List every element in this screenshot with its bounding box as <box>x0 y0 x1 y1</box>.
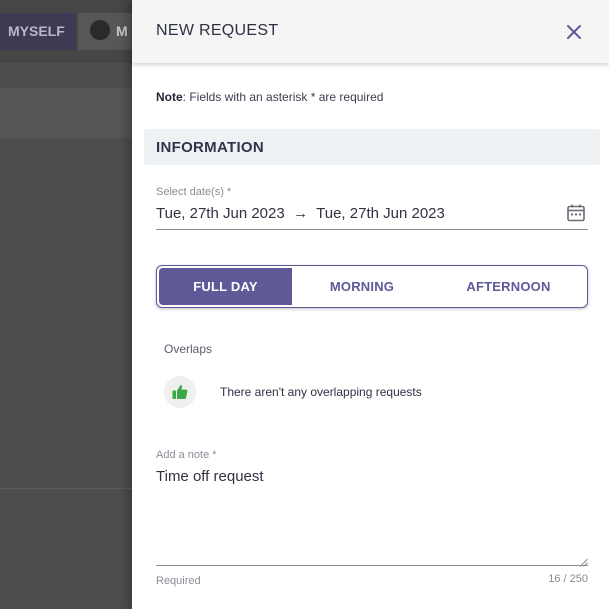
end-date: Tue, 27th Jun 2023 <box>316 205 445 222</box>
tab-other[interactable]: M <box>78 13 138 50</box>
note-field-label: Add a note * <box>156 449 217 461</box>
background-row <box>0 88 140 138</box>
note-bold: Note <box>156 90 183 104</box>
background-tabbar: MYSELF M <box>0 0 140 63</box>
note-helper-text: Required <box>156 575 201 587</box>
date-arrow: → <box>293 205 309 222</box>
section-title: INFORMATION <box>156 139 265 156</box>
required-note: Note: Fields with an asterisk * are requ… <box>156 90 383 104</box>
full-day-button[interactable]: FULL DAY <box>159 268 292 305</box>
tab-other-label: M <box>116 23 128 39</box>
calendar-icon <box>567 204 585 222</box>
morning-button[interactable]: MORNING <box>292 268 432 305</box>
date-field-underline <box>156 229 588 230</box>
note-field-underline <box>156 565 588 566</box>
tab-myself[interactable]: MYSELF <box>0 13 76 50</box>
team-icon <box>90 20 110 41</box>
thumbs-up-icon <box>172 385 188 399</box>
start-date: Tue, 27th Jun 2023 <box>156 205 285 222</box>
close-icon <box>567 25 581 39</box>
date-field-label: Select date(s) * <box>156 186 232 198</box>
afternoon-button[interactable]: AFTERNOON <box>432 268 585 305</box>
overlaps-label: Overlaps <box>164 342 213 356</box>
calendar-button[interactable] <box>566 203 586 223</box>
duration-toggle: FULL DAY MORNING AFTERNOON <box>156 265 588 308</box>
new-request-drawer: NEW REQUEST Note: Fields with an asteris… <box>132 0 609 609</box>
note-char-counter: 16 / 250 <box>548 573 588 585</box>
note-textarea[interactable]: Time off request <box>156 468 264 485</box>
drawer-header: NEW REQUEST <box>132 0 609 63</box>
note-text: : Fields with an asterisk * are required <box>182 90 384 104</box>
resize-handle[interactable] <box>579 554 588 567</box>
thumbs-up-badge <box>164 376 196 408</box>
background-divider <box>0 488 140 489</box>
date-range-field[interactable]: Tue, 27th Jun 2023 → Tue, 27th Jun 2023 <box>156 205 445 222</box>
overlap-message: There aren't any overlapping requests <box>220 385 422 399</box>
drawer-title: NEW REQUEST <box>156 22 279 39</box>
close-button[interactable] <box>562 20 586 44</box>
information-section-header: INFORMATION <box>144 129 600 165</box>
